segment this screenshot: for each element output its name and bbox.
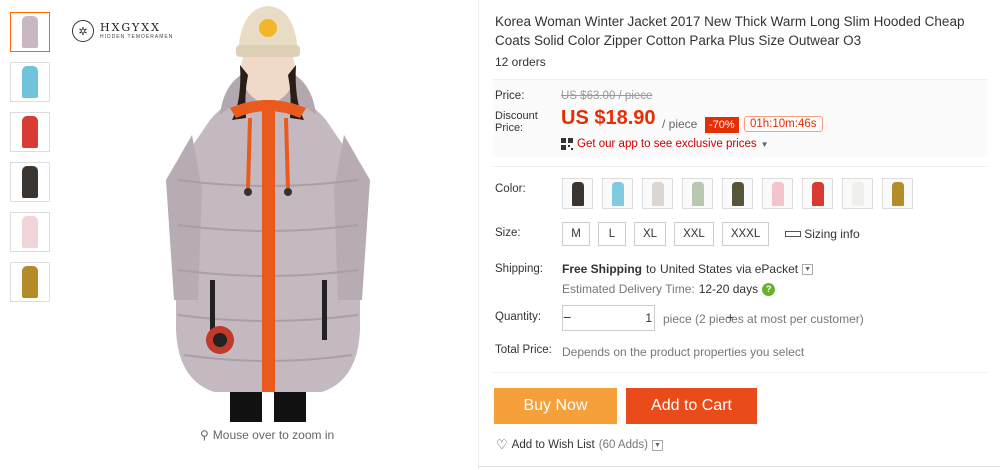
model-jacket-illustration bbox=[166, 6, 370, 422]
discount-price-label: Discount Price: bbox=[495, 110, 538, 134]
color-swatch-5[interactable] bbox=[722, 178, 753, 209]
order-count: 12 orders bbox=[495, 55, 546, 69]
total-price-label: Total Price: bbox=[495, 344, 552, 356]
coat-thumb-image bbox=[22, 166, 38, 198]
sizing-info-link[interactable]: Sizing info bbox=[785, 227, 860, 241]
shipping-info: Free Shipping to United States via ePack… bbox=[562, 262, 814, 276]
size-option-xxxl[interactable]: XXXL bbox=[721, 222, 770, 246]
thumbnail-4[interactable] bbox=[10, 162, 50, 202]
quantity-note: piece (2 pieces at most per customer) bbox=[663, 312, 864, 326]
product-title: Korea Woman Winter Jacket 2017 New Thick… bbox=[495, 14, 965, 48]
size-option-xl[interactable]: XL bbox=[634, 222, 667, 246]
sizing-info-text: Sizing info bbox=[804, 227, 860, 241]
color-swatch-9[interactable] bbox=[882, 178, 913, 209]
brand-logo: ✲ HXGYXX HIDDEN TEMOERAMEN bbox=[72, 20, 173, 42]
color-swatch-image bbox=[771, 181, 784, 206]
wishlist-count: (60 Adds) bbox=[598, 439, 648, 451]
buy-now-button[interactable]: Buy Now bbox=[494, 388, 617, 424]
coat-thumb-image bbox=[22, 266, 38, 298]
delivery-estimate: Estimated Delivery Time: 12-20 days ? bbox=[562, 282, 776, 296]
heart-icon: ♡ bbox=[496, 437, 508, 452]
discount-badge: -70% bbox=[705, 117, 739, 133]
divider bbox=[493, 166, 987, 167]
coat-thumb-image bbox=[22, 66, 38, 98]
ruler-icon bbox=[785, 231, 802, 237]
add-to-cart-button[interactable]: Add to Cart bbox=[626, 388, 757, 424]
color-label: Color: bbox=[495, 183, 526, 195]
quantity-label: Quantity: bbox=[495, 311, 542, 323]
color-swatch-image bbox=[811, 181, 824, 206]
brand-emblem-icon: ✲ bbox=[72, 20, 94, 42]
shipping-dropdown-icon[interactable]: ▼ bbox=[802, 263, 814, 275]
quantity-stepper: − + bbox=[562, 305, 734, 331]
delivery-label: Estimated Delivery Time: bbox=[562, 282, 695, 296]
thumbnail-5[interactable] bbox=[10, 212, 50, 252]
size-options: M L XL XXL XXXL Sizing info bbox=[562, 222, 860, 246]
size-option-l[interactable]: L bbox=[598, 222, 626, 246]
delivery-days: 12-20 days bbox=[698, 282, 759, 296]
coat-thumb-image bbox=[22, 216, 38, 248]
free-shipping: Free Shipping bbox=[562, 262, 643, 276]
zoom-hint-text: Mouse over to zoom in bbox=[212, 428, 335, 442]
help-question-icon[interactable]: ? bbox=[762, 282, 776, 296]
quantity-decrease-button[interactable]: − bbox=[563, 306, 571, 330]
color-swatch-3[interactable] bbox=[642, 178, 673, 209]
app-promo-link[interactable]: Get our app to see exclusive prices ▼ bbox=[561, 138, 769, 150]
wishlist-text: Add to Wish List bbox=[511, 439, 595, 451]
size-label: Size: bbox=[495, 227, 521, 239]
color-swatch-7[interactable] bbox=[802, 178, 833, 209]
shipping-label: Shipping: bbox=[495, 263, 543, 275]
magnifier-icon: ⚲ bbox=[200, 428, 209, 442]
color-swatch-8[interactable] bbox=[842, 178, 873, 209]
size-option-xxl[interactable]: XXL bbox=[674, 222, 714, 246]
zoom-hint: ⚲ Mouse over to zoom in bbox=[200, 428, 334, 442]
thumbnail-3[interactable] bbox=[10, 112, 50, 152]
color-swatch-image bbox=[851, 181, 864, 206]
color-swatch-image bbox=[891, 181, 904, 206]
color-swatch-image bbox=[611, 181, 624, 206]
color-swatch-1[interactable] bbox=[562, 178, 593, 209]
countdown-timer: 01h:10m:46s bbox=[744, 116, 823, 132]
wishlist-dropdown-icon[interactable]: ▼ bbox=[651, 439, 663, 451]
product-info-panel: Korea Woman Winter Jacket 2017 New Thick… bbox=[478, 0, 1000, 470]
size-option-m[interactable]: M bbox=[562, 222, 590, 246]
color-swatch-image bbox=[731, 181, 744, 206]
caret-down-icon: ▼ bbox=[760, 139, 769, 149]
thumbnail-2[interactable] bbox=[10, 62, 50, 102]
color-swatch-2[interactable] bbox=[602, 178, 633, 209]
color-swatch-image bbox=[571, 181, 584, 206]
price-label: Price: bbox=[495, 90, 525, 102]
shipping-country[interactable]: United States bbox=[660, 262, 732, 276]
price-unit: / piece bbox=[662, 117, 698, 131]
brand-name: HXGYXX bbox=[100, 20, 161, 34]
shipping-method: via ePacket bbox=[736, 262, 799, 276]
total-price-note: Depends on the product properties you se… bbox=[562, 345, 805, 359]
thumbnail-6[interactable] bbox=[10, 262, 50, 302]
main-product-image[interactable]: ✲ HXGYXX HIDDEN TEMOERAMEN bbox=[60, 0, 470, 425]
thumbnail-list bbox=[10, 12, 52, 312]
color-swatch-6[interactable] bbox=[762, 178, 793, 209]
brand-tagline: HIDDEN TEMOERAMEN bbox=[100, 34, 174, 41]
color-swatch-image bbox=[651, 181, 664, 206]
divider bbox=[479, 466, 1000, 467]
app-promo-text: Get our app to see exclusive prices bbox=[577, 138, 757, 150]
divider bbox=[493, 372, 987, 373]
thumbnail-1[interactable] bbox=[10, 12, 50, 52]
current-price: US $18.90 bbox=[561, 107, 656, 129]
shipping-to: to bbox=[646, 262, 657, 276]
original-price: US $63.00 / piece bbox=[561, 90, 653, 102]
add-to-wishlist-link[interactable]: ♡ Add to Wish List (60 Adds) ▼ bbox=[496, 437, 663, 453]
color-options bbox=[562, 178, 913, 209]
coat-thumb-image bbox=[22, 16, 38, 48]
color-swatch-image bbox=[691, 181, 704, 206]
color-swatch-4[interactable] bbox=[682, 178, 713, 209]
qr-code-icon bbox=[561, 138, 573, 150]
coat-thumb-image bbox=[22, 116, 38, 148]
